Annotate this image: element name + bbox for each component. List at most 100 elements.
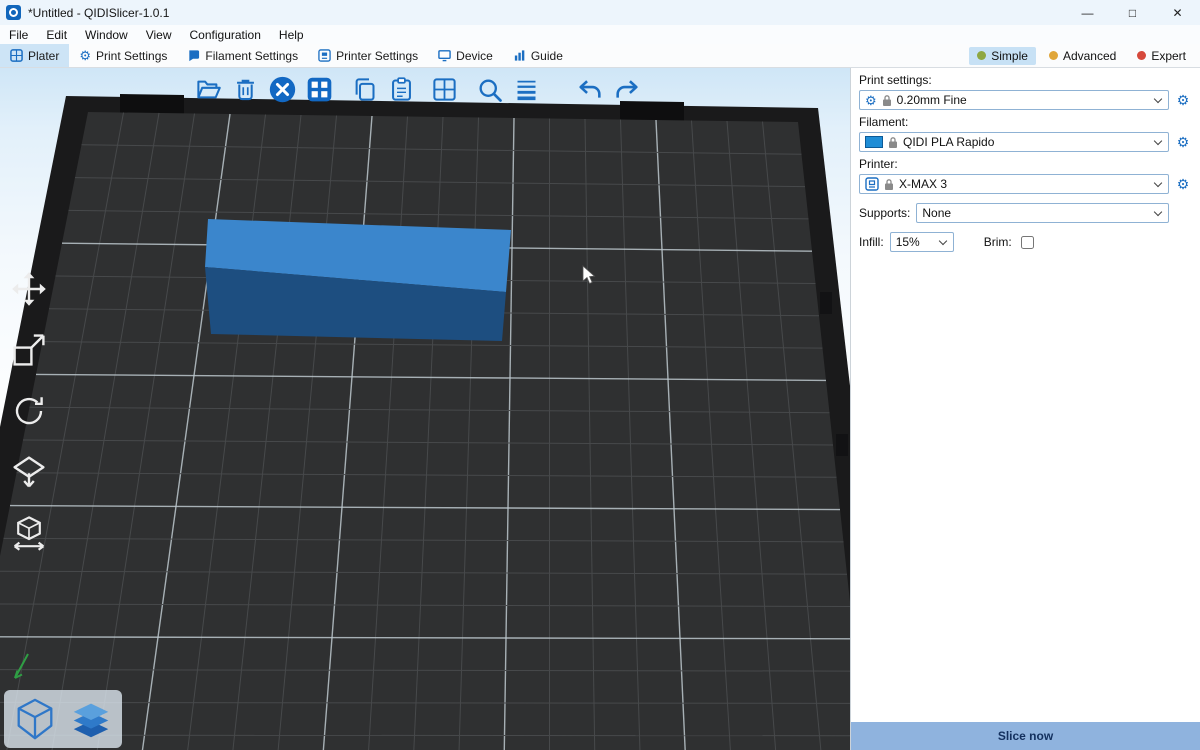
copy-button[interactable] (346, 71, 383, 108)
printer-combo[interactable]: X-MAX 3 (859, 174, 1169, 194)
chevron-down-icon (1154, 137, 1162, 145)
device-icon (438, 49, 451, 62)
tab-filament-settings[interactable]: Filament Settings (177, 44, 308, 67)
viewport-3d-scene (0, 68, 850, 750)
tab-label: Filament Settings (205, 49, 298, 63)
window-title: *Untitled - QIDISlicer-1.0.1 (28, 6, 169, 20)
menu-edit[interactable]: Edit (37, 25, 76, 44)
chevron-down-icon (1154, 95, 1162, 103)
editor-view-button[interactable] (11, 695, 59, 743)
lock-icon (882, 94, 892, 107)
plater-icon (10, 49, 23, 62)
search-icon (476, 76, 504, 104)
menu-window[interactable]: Window (76, 25, 137, 44)
supports-label: Supports: (859, 206, 910, 220)
measure-button[interactable] (6, 510, 52, 556)
menu-configuration[interactable]: Configuration (181, 25, 270, 44)
guide-icon (513, 49, 526, 62)
supports-value: None (922, 206, 1148, 220)
undo-button[interactable] (571, 71, 608, 108)
split-objects-button[interactable] (426, 71, 463, 108)
search-button[interactable] (471, 71, 508, 108)
supports-combo[interactable]: None (916, 203, 1169, 223)
brim-checkbox[interactable] (1021, 236, 1034, 249)
preview-view-button[interactable] (67, 695, 115, 743)
filament-color-swatch (865, 136, 883, 148)
rotate-icon (11, 393, 47, 429)
close-button[interactable]: ✕ (1155, 0, 1200, 25)
redo-button[interactable] (608, 71, 645, 108)
tab-print-settings[interactable]: ⚙ Print Settings (69, 44, 177, 67)
delete-button[interactable] (227, 71, 264, 108)
trash-icon (232, 76, 259, 103)
arrange-icon (306, 76, 333, 103)
paste-button[interactable] (383, 71, 420, 108)
lock-icon (884, 178, 894, 191)
minimize-button[interactable]: — (1065, 0, 1110, 25)
mode-simple[interactable]: Simple (969, 47, 1036, 65)
filament-icon (187, 49, 200, 62)
print-object[interactable] (205, 219, 511, 341)
print-settings-value: 0.20mm Fine (897, 93, 1148, 107)
scale-button[interactable] (6, 327, 52, 373)
tab-label: Printer Settings (336, 49, 418, 63)
infill-value: 15% (896, 235, 933, 249)
print-settings-gear-button[interactable]: ⚙ (1174, 93, 1192, 107)
infill-label: Infill: (859, 235, 884, 249)
tab-label: Device (456, 49, 493, 63)
tab-label: Guide (531, 49, 563, 63)
scale-icon (11, 332, 47, 368)
infill-combo[interactable]: 15% (890, 232, 954, 252)
tab-printer-settings[interactable]: Printer Settings (308, 44, 428, 67)
open-button[interactable] (190, 71, 227, 108)
delete-all-button[interactable] (264, 71, 301, 108)
filament-gear-button[interactable]: ⚙ (1174, 135, 1192, 149)
move-icon (11, 271, 47, 307)
profile-gear-icon: ⚙ (865, 94, 877, 107)
printer-mini-icon (865, 177, 879, 191)
measure-icon (11, 515, 47, 551)
filament-combo[interactable]: QIDI PLA Rapido (859, 132, 1169, 152)
expert-mode-dot (1137, 51, 1146, 60)
delete-all-icon (268, 75, 297, 104)
mode-label: Advanced (1063, 49, 1116, 63)
place-on-face-button[interactable] (6, 449, 52, 495)
lock-icon (888, 136, 898, 149)
advanced-mode-dot (1049, 51, 1058, 60)
paste-icon (388, 76, 415, 103)
bed-notch (820, 292, 832, 314)
filament-label: Filament: (859, 115, 1192, 129)
arrange-button[interactable] (301, 71, 338, 108)
app-window: *Untitled - QIDISlicer-1.0.1 — □ ✕ File … (0, 0, 1200, 750)
mode-switcher: Simple Advanced Expert (969, 44, 1200, 67)
mode-label: Simple (991, 49, 1028, 63)
tab-plater[interactable]: Plater (0, 44, 69, 67)
folder-open-icon (195, 76, 222, 103)
viewport-3d[interactable] (0, 68, 850, 750)
filament-value: QIDI PLA Rapido (903, 135, 1148, 149)
split-objects-icon (431, 76, 458, 103)
mode-advanced[interactable]: Advanced (1041, 47, 1124, 65)
menu-help[interactable]: Help (270, 25, 313, 44)
bed-notch (836, 434, 848, 456)
printer-value: X-MAX 3 (899, 177, 1148, 191)
brim-label: Brim: (984, 235, 1012, 249)
place-on-face-icon (11, 454, 47, 490)
rotate-button[interactable] (6, 388, 52, 434)
tab-device[interactable]: Device (428, 44, 503, 67)
menu-view[interactable]: View (137, 25, 181, 44)
print-settings-combo[interactable]: ⚙ 0.20mm Fine (859, 90, 1169, 110)
sidebar: Print settings: ⚙ 0.20mm Fine ⚙ Filament… (850, 68, 1200, 750)
print-settings-label: Print settings: (859, 73, 1192, 87)
printer-gear-button[interactable]: ⚙ (1174, 177, 1192, 191)
layer-height-icon (513, 76, 540, 103)
menu-file[interactable]: File (0, 25, 37, 44)
move-button[interactable] (6, 266, 52, 312)
variable-layer-height-button[interactable] (508, 71, 545, 108)
slice-now-button[interactable]: Slice now (851, 722, 1200, 750)
view-toggle (4, 690, 122, 748)
mode-expert[interactable]: Expert (1129, 47, 1194, 65)
gizmo-toolbar (6, 266, 52, 556)
tab-guide[interactable]: Guide (503, 44, 573, 67)
maximize-button[interactable]: □ (1110, 0, 1155, 25)
